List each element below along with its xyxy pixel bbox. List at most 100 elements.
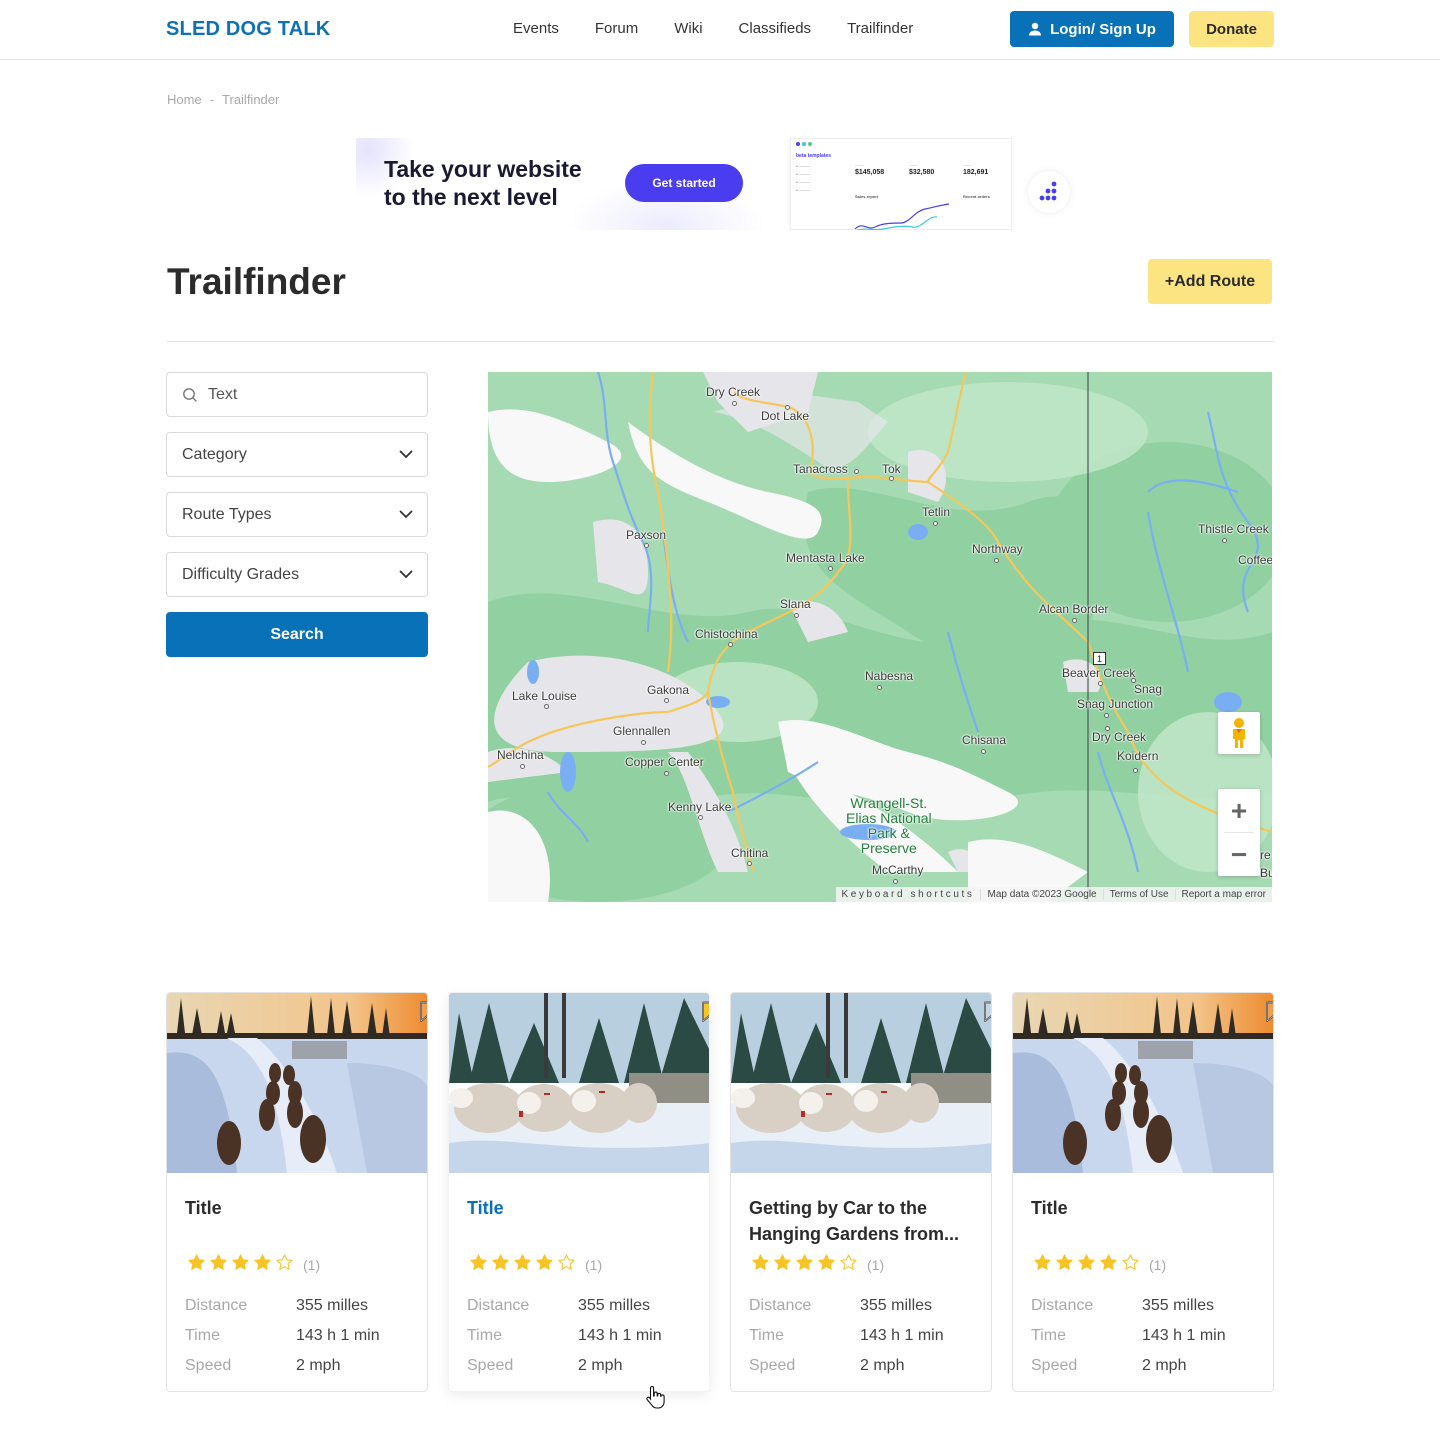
route-card[interactable]: Getting by Car to the Hanging Gardens fr…: [730, 992, 992, 1392]
nav-trailfinder[interactable]: Trailfinder: [847, 20, 913, 37]
route-card-title[interactable]: Title: [185, 1195, 411, 1221]
map-label: Tok: [882, 462, 901, 476]
review-count: (1): [585, 1256, 603, 1273]
difficulty-grades-select[interactable]: Difficulty Grades: [166, 552, 428, 597]
map-label: Northway: [972, 542, 1023, 556]
breadcrumb-home[interactable]: Home: [167, 92, 202, 107]
login-signup-button[interactable]: Login/ Sign Up: [1010, 11, 1174, 47]
ad-dash-metric: $32,580: [909, 169, 935, 176]
stat-value: 143 h 1 min: [1142, 1327, 1226, 1344]
stat-row-time: Time 143 h 1 min: [185, 1321, 380, 1351]
map-attribution: Keyboard shortcuts Map data ©2023 Google…: [835, 887, 1272, 902]
huskies-running-snow-photo: [449, 993, 709, 1173]
route-types-select-label: Route Types: [182, 505, 272, 523]
map-label: Thistle Creek: [1198, 522, 1269, 536]
route-card-title[interactable]: Title: [467, 1195, 693, 1221]
star-filled-icon: [209, 1253, 228, 1276]
search-button[interactable]: Search: [166, 612, 428, 657]
route-stats: Distance 355 milles Time 143 h 1 min Speed 2 …: [749, 1291, 944, 1381]
star-filled-icon: [1077, 1253, 1096, 1276]
map-data-credit: Map data ©2023 Google: [980, 889, 1102, 900]
route-types-select[interactable]: Route Types: [166, 492, 428, 537]
town-marker: [1105, 726, 1110, 731]
breadcrumb: Home - Trailfinder: [167, 92, 279, 107]
stat-row-time: Time 143 h 1 min: [749, 1321, 944, 1351]
map-label: Koidern: [1117, 749, 1159, 763]
keyboard-shortcuts-link[interactable]: Keyboard shortcuts: [836, 889, 981, 900]
town-marker: [747, 861, 752, 866]
stat-value: 2 mph: [296, 1357, 341, 1374]
trail-map[interactable]: Dry Creek Dot Lake Tanacross Tok Tetlin …: [488, 372, 1272, 902]
ad-get-started-button[interactable]: Get started: [625, 164, 743, 202]
chevron-down-icon: [399, 510, 413, 518]
difficulty-select-label: Difficulty Grades: [182, 565, 300, 583]
route-card-image[interactable]: [167, 993, 427, 1173]
star-filled-icon: [253, 1253, 272, 1276]
terms-of-use-link[interactable]: Terms of Use: [1102, 889, 1175, 900]
star-filled-icon: [751, 1253, 770, 1276]
stat-value: 143 h 1 min: [860, 1327, 944, 1344]
route-card[interactable]: Title (1) Distance 355 milles Time 143 h 1 mi…: [1012, 992, 1274, 1392]
star-filled-icon: [469, 1253, 488, 1276]
town-marker: [1072, 618, 1077, 623]
town-marker: [893, 879, 898, 884]
route-card-image[interactable]: [1013, 993, 1273, 1173]
hand-pointer-icon: [646, 1385, 665, 1409]
map-label: Tanacross: [793, 462, 848, 476]
nav-events[interactable]: Events: [513, 20, 559, 37]
town-marker: [828, 566, 833, 571]
donate-button[interactable]: Donate: [1189, 11, 1274, 47]
route-card[interactable]: Title (1) Distance 355 milles Time 143 h 1 mi…: [166, 992, 428, 1392]
star-filled-icon: [773, 1253, 792, 1276]
pegman-icon: [1233, 718, 1245, 748]
map-label: Lake Louise: [512, 689, 577, 703]
map-label: Slana: [780, 597, 811, 611]
stat-row-speed: Speed 2 mph: [185, 1351, 380, 1381]
route-card-title[interactable]: Title: [1031, 1195, 1257, 1221]
site-logo[interactable]: SLED DOG TALK: [166, 18, 330, 41]
ad-dash-metric-label: ───: [909, 163, 918, 168]
zoom-in-button[interactable]: +: [1218, 789, 1260, 832]
star-empty-icon: [1121, 1253, 1140, 1276]
category-select[interactable]: Category: [166, 432, 428, 477]
town-marker: [933, 521, 938, 526]
route-card-image[interactable]: [731, 993, 991, 1173]
town-marker: [1222, 538, 1227, 543]
town-marker: [664, 698, 669, 703]
star-rating: (1): [1033, 1253, 1166, 1276]
route-card-image[interactable]: [449, 993, 709, 1173]
star-filled-icon: [1055, 1253, 1074, 1276]
page-title: Trailfinder: [167, 261, 346, 302]
star-empty-icon: [557, 1253, 576, 1276]
bookmark-icon: [702, 1001, 709, 1022]
nav-forum[interactable]: Forum: [595, 20, 638, 37]
stat-row-speed: Speed 2 mph: [467, 1351, 662, 1381]
sled-dogs-trail-sunset-photo: [167, 993, 427, 1173]
nav-wiki[interactable]: Wiki: [674, 20, 702, 37]
map-label: Glennallen: [613, 724, 671, 738]
town-marker: [889, 476, 894, 481]
nav-classifieds[interactable]: Classifieds: [739, 20, 812, 37]
route-stats: Distance 355 milles Time 143 h 1 min Speed 2 …: [1031, 1291, 1226, 1381]
town-marker: [698, 815, 703, 820]
route-card[interactable]: Title (1) Distance 355 milles Time 143 h 1 mi…: [448, 992, 710, 1392]
search-input[interactable]: [208, 385, 408, 404]
town-marker: [644, 543, 649, 548]
site-header: SLED DOG TALK Events Forum Wiki Classifi…: [0, 0, 1440, 60]
ad-banner[interactable]: Take your website to the next level Get …: [356, 138, 1086, 230]
add-route-button[interactable]: +Add Route: [1148, 259, 1272, 304]
map-label: Bu: [1260, 866, 1272, 880]
report-map-error-link[interactable]: Report a map error: [1174, 889, 1272, 900]
town-marker: [785, 405, 790, 410]
search-field[interactable]: [166, 372, 428, 417]
street-view-button[interactable]: [1218, 712, 1260, 754]
zoom-out-button[interactable]: −: [1218, 833, 1260, 876]
stat-value: 355 milles: [860, 1297, 933, 1314]
town-marker: [728, 642, 733, 647]
stat-value: 355 milles: [1142, 1297, 1215, 1314]
route-card-title[interactable]: Getting by Car to the Hanging Gardens fr…: [749, 1195, 975, 1247]
stat-row-time: Time 143 h 1 min: [1031, 1321, 1226, 1351]
star-filled-icon: [491, 1253, 510, 1276]
ad-dash-metric: 182,691: [963, 169, 989, 176]
map-label: Coffee: [1238, 553, 1272, 567]
